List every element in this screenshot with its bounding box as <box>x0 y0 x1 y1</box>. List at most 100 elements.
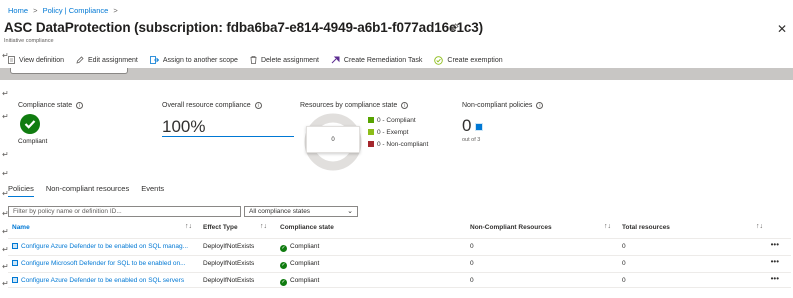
paragraph-mark: ↵ <box>2 112 9 121</box>
edit-assignment-label: Edit assignment <box>88 56 138 64</box>
compliance-state: ✓ Compliant <box>280 277 320 286</box>
check-circle-icon: ✓ <box>280 262 287 269</box>
column-header-name[interactable]: Name <box>12 224 30 231</box>
page-title: ASC DataProtection (subscription: fdba6b… <box>4 20 484 35</box>
legend-item-compliant: 0 - Compliant <box>368 114 428 126</box>
noncompliant-count: 0 <box>470 277 474 284</box>
command-bar: View definition Edit assignment Assign t… <box>8 54 515 66</box>
tab-events[interactable]: Events <box>141 184 164 197</box>
view-definition-button[interactable]: View definition <box>8 56 64 64</box>
sort-icon[interactable]: ↑↓ <box>185 223 192 230</box>
assign-scope-button[interactable]: Assign to another scope <box>149 56 238 64</box>
sort-icon[interactable]: ↑↓ <box>260 223 267 230</box>
policy-icon <box>12 260 18 266</box>
total-count: 0 <box>622 243 626 250</box>
column-header-noncompliant[interactable]: Non-Compliant Resources <box>470 224 552 231</box>
info-icon[interactable]: i <box>254 102 262 109</box>
edit-assignment-button[interactable]: Edit assignment <box>76 56 138 64</box>
row-more-button[interactable]: ••• <box>771 257 779 266</box>
noncompliant-count: 0 <box>470 243 474 250</box>
row-more-button[interactable]: ••• <box>771 274 779 283</box>
title-actions: ··· <box>450 23 480 34</box>
assign-arrow-icon <box>149 56 159 64</box>
check-circle-icon: ✓ <box>280 245 287 252</box>
exemption-icon <box>434 55 444 65</box>
paragraph-mark: ↵ <box>2 89 9 98</box>
create-remediation-button[interactable]: Create Remediation Task <box>331 56 422 64</box>
trash-icon <box>250 56 257 64</box>
table-row[interactable]: Configure Microsoft Defender for SQL to … <box>8 255 791 271</box>
document-icon <box>8 56 15 64</box>
noncompliant-policies-label: Non-compliant policies i <box>462 102 544 109</box>
paragraph-mark: ↵ <box>2 169 9 178</box>
tab-bar: Policies Non-compliant resources Events <box>8 184 176 197</box>
column-header-effect[interactable]: Effect Type <box>203 224 238 231</box>
policy-icon <box>475 123 483 131</box>
noncompliant-policies-sub: out of 3 <box>462 137 481 143</box>
compliance-state-select-value: All compliance states <box>249 208 311 215</box>
sort-icon[interactable]: ↑↓ <box>604 223 611 230</box>
donut-center-value: 0 <box>306 126 360 153</box>
delete-assignment-button[interactable]: Delete assignment <box>250 56 319 64</box>
scope-selector[interactable] <box>10 68 128 74</box>
info-icon[interactable]: i <box>401 102 409 109</box>
row-more-button[interactable]: ••• <box>771 240 779 249</box>
breadcrumb: Home > Policy | Compliance > <box>8 6 121 15</box>
ellipsis-icon[interactable]: ··· <box>468 24 480 34</box>
sort-icon[interactable]: ↑↓ <box>756 223 763 230</box>
policy-icon <box>12 277 18 283</box>
pin-icon[interactable] <box>450 23 462 34</box>
breadcrumb-separator: > <box>33 6 38 15</box>
policy-name-link[interactable]: Configure Microsoft Defender for SQL to … <box>12 260 186 267</box>
policy-icon <box>12 243 18 249</box>
compliance-state-value: Compliant <box>18 138 48 145</box>
compliance-state: ✓ Compliant <box>280 260 320 269</box>
assign-scope-label: Assign to another scope <box>162 56 238 64</box>
compliant-check-icon <box>20 114 40 136</box>
total-count: 0 <box>622 277 626 284</box>
info-icon[interactable]: i <box>536 102 544 109</box>
paragraph-mark: ↵ <box>2 227 9 236</box>
compliance-state-label: Compliance state i <box>18 102 84 109</box>
column-header-total[interactable]: Total resources <box>622 224 670 231</box>
create-exemption-label: Create exemption <box>447 56 503 64</box>
column-header-state[interactable]: Compliance state <box>280 224 334 231</box>
tab-noncompliant-resources[interactable]: Non-compliant resources <box>46 184 129 197</box>
create-remediation-label: Create Remediation Task <box>343 56 423 64</box>
resources-by-state-label: Resources by compliance state i <box>300 102 409 109</box>
chevron-down-icon: ⌄ <box>347 208 353 215</box>
total-count: 0 <box>622 260 626 267</box>
policy-name-link[interactable]: Configure Azure Defender to be enabled o… <box>12 243 188 250</box>
close-icon[interactable]: ✕ <box>777 22 787 36</box>
remediation-icon <box>331 56 340 64</box>
breadcrumb-home[interactable]: Home <box>8 6 28 15</box>
breadcrumb-separator: > <box>113 6 118 15</box>
donut-legend: 0 - Compliant 0 - Exempt 0 - Non-complia… <box>368 114 428 150</box>
tab-policies[interactable]: Policies <box>8 184 34 197</box>
effect-type: DeployIfNotExists <box>203 243 255 250</box>
delete-assignment-label: Delete assignment <box>260 56 319 64</box>
policy-filter-input[interactable]: Filter by policy name or definition ID..… <box>8 206 241 217</box>
compliance-state: ✓ Compliant <box>280 243 320 252</box>
policy-name-link[interactable]: Configure Azure Defender to be enabled o… <box>12 277 184 284</box>
info-icon[interactable]: i <box>76 102 84 109</box>
table-row[interactable]: Configure Azure Defender to be enabled o… <box>8 238 791 254</box>
overall-compliance-label: Overall resource compliance i <box>162 102 262 109</box>
breadcrumb-compliance[interactable]: Policy | Compliance <box>43 6 109 15</box>
noncompliant-count: 0 <box>470 260 474 267</box>
effect-type: DeployIfNotExists <box>203 260 255 267</box>
paragraph-mark: ↵ <box>2 150 9 159</box>
pencil-icon <box>76 56 84 64</box>
page-subtitle: Initiative compliance <box>4 38 54 44</box>
effect-type: DeployIfNotExists <box>203 277 255 284</box>
legend-item-noncompliant: 0 - Non-compliant <box>368 138 428 150</box>
legend-item-exempt: 0 - Exempt <box>368 126 428 138</box>
noncompliant-policies-value: 0 <box>462 116 472 135</box>
view-definition-label: View definition <box>19 56 65 64</box>
table-row[interactable]: Configure Azure Defender to be enabled o… <box>8 272 791 288</box>
compliance-progress-bar <box>162 136 294 137</box>
overall-compliance-value: 100% <box>162 117 206 136</box>
compliance-state-select[interactable]: All compliance states ⌄ <box>244 206 358 217</box>
check-circle-icon: ✓ <box>280 279 287 286</box>
create-exemption-button[interactable]: Create exemption <box>434 55 503 65</box>
